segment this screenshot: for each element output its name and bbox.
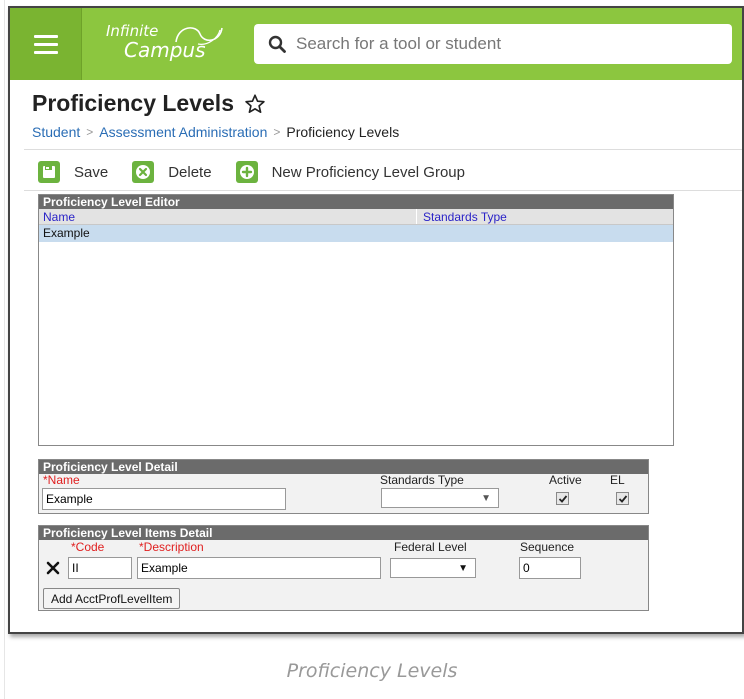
new-group-label: New Proficiency Level Group [271, 163, 465, 181]
code-input[interactable] [68, 557, 132, 579]
code-label: *Code [71, 540, 105, 554]
row-name: Example [43, 226, 90, 240]
table-header: Name Standards Type [39, 209, 673, 225]
top-bar: Infinite Campus [10, 8, 742, 80]
sequence-label: Sequence [520, 540, 575, 554]
name-label: *Name [43, 473, 80, 487]
hamburger-menu-button[interactable] [10, 8, 82, 80]
breadcrumb: Student > Assessment Administration > Pr… [32, 124, 399, 140]
add-icon [235, 161, 258, 183]
standards-type-select[interactable]: ▼ [381, 488, 499, 508]
save-label: Save [74, 163, 109, 181]
proficiency-level-editor: Proficiency Level Editor Name Standards … [38, 194, 674, 446]
chevron-right-icon: > [86, 125, 94, 139]
description-input[interactable] [137, 557, 381, 579]
logo-swoosh-icon [175, 27, 223, 45]
favorite-star-icon[interactable] [244, 93, 266, 115]
save-icon [38, 161, 60, 183]
new-proficiency-level-group-button[interactable]: New Proficiency Level Group [235, 161, 465, 183]
divider [24, 149, 742, 150]
delete-icon [132, 161, 155, 183]
table-row[interactable]: Example [39, 225, 673, 242]
name-input[interactable] [42, 488, 286, 510]
sequence-input[interactable] [519, 557, 581, 579]
action-toolbar: Save Delete New Proficiency Level Group [38, 158, 489, 186]
menu-icon-line [33, 34, 58, 38]
breadcrumb-student[interactable]: Student [32, 124, 80, 140]
delete-label: Delete [168, 163, 212, 181]
el-label: EL [610, 473, 625, 487]
global-search[interactable] [254, 24, 732, 64]
breadcrumb-assessment-administration[interactable]: Assessment Administration [99, 124, 267, 140]
panel-title: Proficiency Level Detail [39, 460, 648, 474]
federal-level-label: Federal Level [394, 540, 467, 554]
search-icon [268, 35, 286, 53]
description-label: *Description [139, 540, 204, 554]
delete-button[interactable]: Delete [132, 161, 212, 183]
el-checkbox[interactable] [616, 492, 629, 505]
name-label-text: Name [47, 473, 80, 487]
panel-title: Proficiency Level Items Detail [39, 526, 648, 540]
app-window: Infinite Campus Proficiency Levels Stude… [8, 6, 744, 634]
page-title: Proficiency Levels [32, 90, 234, 116]
dropdown-arrow-icon: ▼ [458, 563, 468, 574]
menu-icon-line [33, 42, 58, 46]
active-label: Active [549, 473, 582, 487]
menu-icon-line [33, 50, 58, 54]
standards-type-label: Standards Type [380, 473, 464, 487]
active-checkbox[interactable] [556, 492, 569, 505]
remove-item-icon[interactable] [45, 560, 61, 576]
save-button[interactable]: Save [38, 161, 108, 183]
column-header-name[interactable]: Name [39, 209, 417, 224]
figure-caption: Proficiency Levels [286, 660, 458, 682]
page-header: Proficiency Levels [32, 90, 266, 117]
proficiency-level-items-detail: Proficiency Level Items Detail *Code *De… [38, 525, 649, 611]
search-input[interactable] [296, 34, 716, 54]
divider [24, 190, 742, 191]
infinite-campus-logo[interactable]: Infinite Campus [106, 20, 236, 68]
column-header-standards-type[interactable]: Standards Type [417, 209, 673, 224]
checkmark-icon [618, 494, 627, 503]
federal-level-select[interactable]: ▼ [390, 558, 476, 578]
proficiency-level-detail: Proficiency Level Detail *Name Standards… [38, 459, 649, 514]
chevron-right-icon: > [273, 125, 281, 139]
dropdown-arrow-icon: ▼ [481, 493, 491, 504]
add-item-button[interactable]: Add AcctProfLevelItem [43, 588, 181, 609]
breadcrumb-current: Proficiency Levels [286, 124, 400, 140]
panel-title: Proficiency Level Editor [39, 195, 673, 209]
checkmark-icon [558, 494, 567, 503]
